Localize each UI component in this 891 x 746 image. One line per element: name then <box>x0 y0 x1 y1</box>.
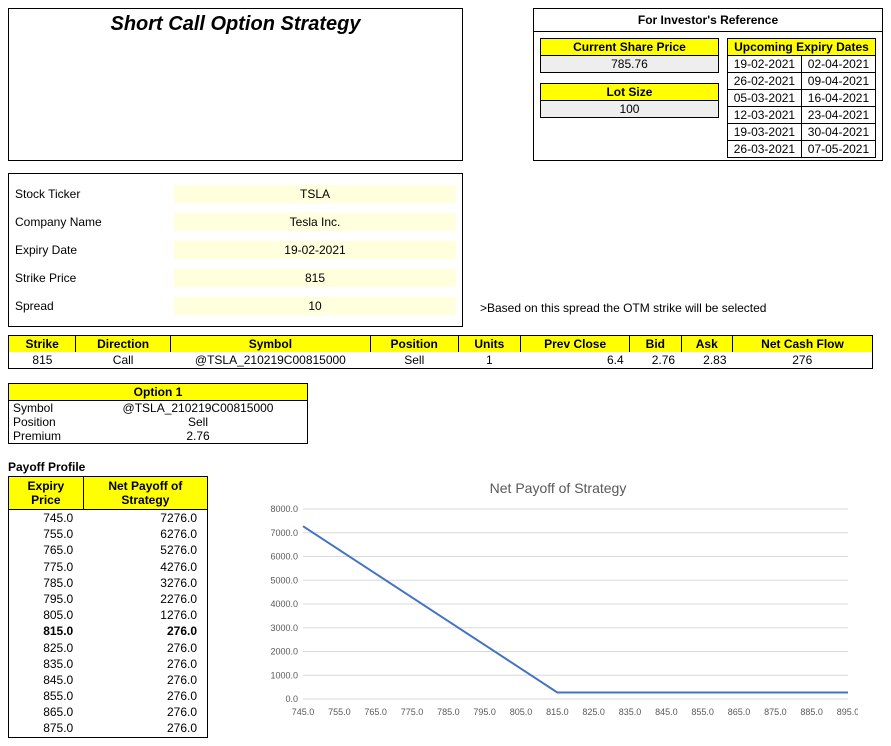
reference-body: Current Share Price 785.76 Lot Size 100 … <box>533 31 883 161</box>
expiry-dates-table: Upcoming Expiry Dates 19-02-202102-04-20… <box>727 38 876 158</box>
company-input[interactable]: Tesla Inc. <box>174 213 456 231</box>
svg-text:765.0: 765.0 <box>364 707 387 717</box>
svg-text:6000.0: 6000.0 <box>270 552 298 562</box>
table-row: 785.03276.0 <box>9 575 208 591</box>
table-row: 825.0276.0 <box>9 640 208 656</box>
expiry-label: Expiry Date <box>9 243 174 257</box>
dates-header: Upcoming Expiry Dates <box>727 39 875 56</box>
svg-text:1000.0: 1000.0 <box>270 670 298 680</box>
spread-label: Spread <box>9 299 174 313</box>
svg-text:885.0: 885.0 <box>800 707 823 717</box>
payoff-col1: Expiry Price <box>9 477 84 510</box>
svg-text:825.0: 825.0 <box>582 707 605 717</box>
page-title: Short Call Option Strategy <box>8 8 463 161</box>
table-row: 845.0276.0 <box>9 672 208 688</box>
svg-text:5000.0: 5000.0 <box>270 575 298 585</box>
col-ncf: Net Cash Flow <box>733 336 873 353</box>
svg-text:815.0: 815.0 <box>546 707 569 717</box>
svg-text:4000.0: 4000.0 <box>270 599 298 609</box>
svg-text:3000.0: 3000.0 <box>270 623 298 633</box>
strike-label: Strike Price <box>9 271 174 285</box>
table-row: 855.0276.0 <box>9 688 208 704</box>
svg-text:0.0: 0.0 <box>285 694 298 704</box>
svg-text:855.0: 855.0 <box>691 707 714 717</box>
svg-text:835.0: 835.0 <box>619 707 642 717</box>
option1-title: Option 1 <box>9 384 307 401</box>
strike-input[interactable]: 815 <box>174 269 456 287</box>
share-price-value: 785.76 <box>540 56 719 73</box>
svg-text:845.0: 845.0 <box>655 707 678 717</box>
option-chain-table: Strike Direction Symbol Position Units P… <box>8 335 873 369</box>
payoff-table: Expiry Price Net Payoff of Strategy 745.… <box>8 476 208 738</box>
col-units: Units <box>458 336 521 353</box>
svg-text:865.0: 865.0 <box>728 707 751 717</box>
inputs-panel: Stock TickerTSLA Company NameTesla Inc. … <box>8 173 463 327</box>
lot-size-value: 100 <box>540 101 719 118</box>
table-row: 865.0276.0 <box>9 704 208 720</box>
payoff-chart: Net Payoff of Strategy 0.0 1000.0 2000.0 30… <box>258 480 858 719</box>
table-row: 775.04276.0 <box>9 559 208 575</box>
ticker-input[interactable]: TSLA <box>174 185 456 203</box>
svg-text:875.0: 875.0 <box>764 707 787 717</box>
ticker-label: Stock Ticker <box>9 187 174 201</box>
option1-panel: Option 1 Symbol@TSLA_210219C00815000 Pos… <box>8 383 308 444</box>
svg-text:8000.0: 8000.0 <box>270 504 298 514</box>
company-label: Company Name <box>9 215 174 229</box>
table-row: 795.02276.0 <box>9 591 208 607</box>
col-symbol: Symbol <box>170 336 370 353</box>
share-price-label: Current Share Price <box>540 38 719 56</box>
table-row: 835.0276.0 <box>9 656 208 672</box>
svg-text:895.0: 895.0 <box>837 707 858 717</box>
table-row: 875.0276.0 <box>9 720 208 737</box>
col-strike: Strike <box>9 336 76 353</box>
reference-title: For Investor's Reference <box>533 8 883 31</box>
expiry-input[interactable]: 19-02-2021 <box>174 241 456 259</box>
col-prev: Prev Close <box>521 336 630 353</box>
payoff-col2: Net Payoff of Strategy <box>83 477 207 510</box>
svg-text:785.0: 785.0 <box>437 707 460 717</box>
chart-title: Net Payoff of Strategy <box>258 480 858 496</box>
table-row: 745.07276.0 <box>9 510 208 527</box>
table-row: 815 Call @TSLA_210219C00815000 Sell 1 6.… <box>9 352 873 369</box>
col-position: Position <box>370 336 458 353</box>
svg-text:755.0: 755.0 <box>328 707 351 717</box>
spread-input[interactable]: 10 <box>174 297 456 315</box>
table-row: 805.01276.0 <box>9 607 208 623</box>
svg-text:7000.0: 7000.0 <box>270 528 298 538</box>
svg-text:2000.0: 2000.0 <box>270 647 298 657</box>
table-row: 765.05276.0 <box>9 542 208 558</box>
payoff-title: Payoff Profile <box>8 460 883 474</box>
lot-size-label: Lot Size <box>540 83 719 101</box>
svg-text:745.0: 745.0 <box>292 707 315 717</box>
col-ask: Ask <box>681 336 732 353</box>
svg-text:805.0: 805.0 <box>510 707 533 717</box>
table-row: 815.0276.0 <box>9 623 208 639</box>
table-row: 755.06276.0 <box>9 526 208 542</box>
col-direction: Direction <box>76 336 171 353</box>
col-bid: Bid <box>630 336 681 353</box>
spread-note: >Based on this spread the OTM strike wil… <box>480 301 883 315</box>
svg-text:795.0: 795.0 <box>473 707 496 717</box>
svg-text:775.0: 775.0 <box>401 707 424 717</box>
